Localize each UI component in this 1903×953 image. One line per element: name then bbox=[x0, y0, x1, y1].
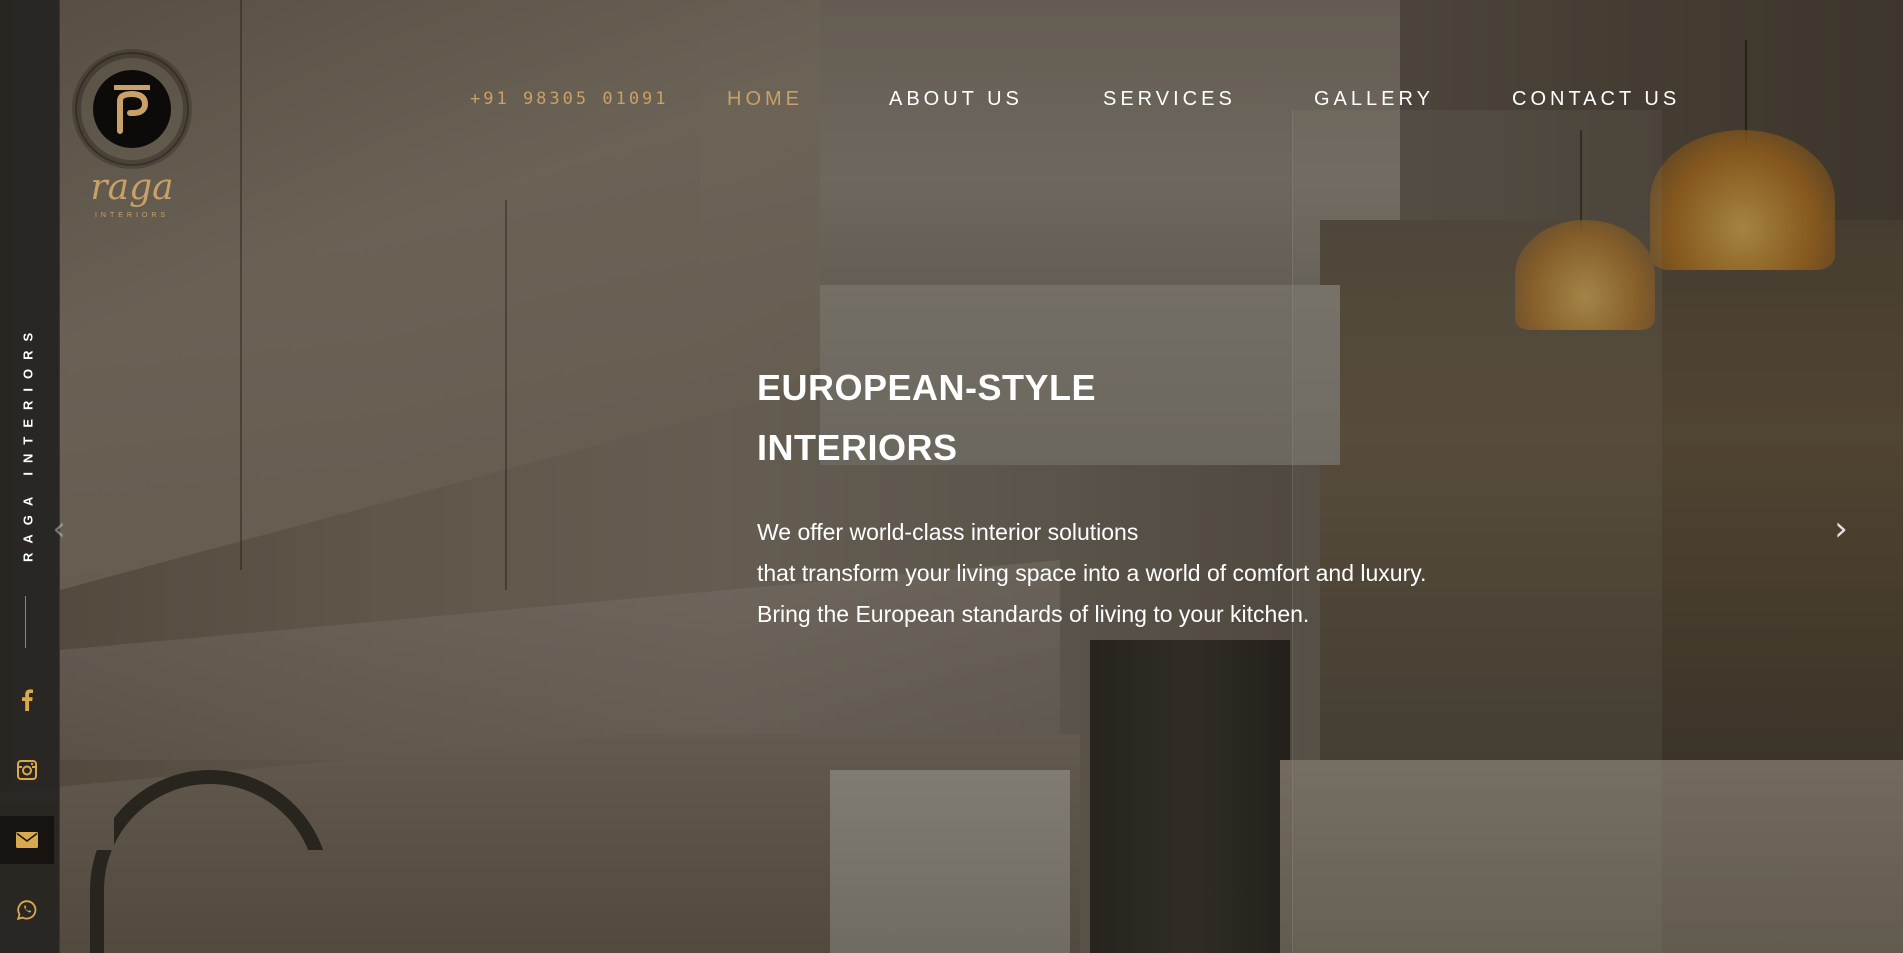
logo-monogram-icon bbox=[114, 85, 150, 134]
mail-icon bbox=[16, 832, 38, 848]
instagram-link[interactable] bbox=[0, 746, 54, 794]
rail-divider bbox=[25, 596, 26, 648]
nav-gallery[interactable]: GALLERY bbox=[1314, 88, 1434, 111]
nav-contact-us[interactable]: CONTACT US bbox=[1512, 88, 1680, 111]
vertical-brand-text: RAGA INTERIORS bbox=[20, 323, 36, 562]
hero-headline-line-2: INTERIORS bbox=[757, 427, 958, 468]
hero-description-line: Bring the European standards of living t… bbox=[757, 601, 1310, 627]
slider-next-arrow[interactable]: › bbox=[1826, 512, 1856, 546]
brand-logo[interactable]: raga INTERIORS bbox=[72, 52, 192, 232]
whatsapp-link[interactable] bbox=[0, 886, 54, 934]
hero-headline: EUROPEAN-STYLE INTERIORS bbox=[757, 358, 1357, 478]
logo-subtitle: INTERIORS bbox=[94, 212, 170, 219]
slider-prev-arrow[interactable]: ‹ bbox=[44, 512, 74, 546]
whatsapp-icon bbox=[17, 900, 37, 920]
social-rail: RAGA INTERIORS bbox=[0, 0, 60, 953]
mail-link[interactable] bbox=[0, 816, 54, 864]
nav-home[interactable]: HOME bbox=[727, 88, 803, 111]
hero-headline-line-1: EUROPEAN-STYLE bbox=[757, 367, 1097, 408]
phone-number[interactable]: +91 98305 01091 bbox=[470, 89, 669, 111]
nav-about-us[interactable]: ABOUT US bbox=[889, 88, 1023, 111]
facebook-icon bbox=[22, 689, 33, 711]
hero-description: We offer world-class interior solutions … bbox=[757, 512, 1657, 635]
instagram-icon bbox=[17, 760, 37, 780]
logo-wordmark: raga bbox=[90, 167, 174, 208]
facebook-link[interactable] bbox=[0, 676, 54, 724]
nav-services[interactable]: SERVICES bbox=[1103, 88, 1236, 111]
hero-description-line: that transform your living space into a … bbox=[757, 560, 1427, 586]
hero-description-line: We offer world-class interior solutions bbox=[757, 519, 1139, 545]
logo-disc bbox=[93, 70, 171, 148]
